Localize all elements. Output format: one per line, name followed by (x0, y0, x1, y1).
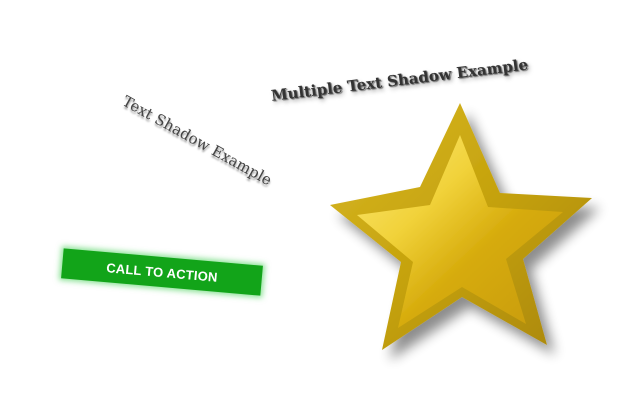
star-container (0, 0, 640, 400)
call-to-action-button[interactable]: CALL TO ACTION (61, 248, 263, 296)
text-shadow-example: Text Shadow Example (119, 92, 275, 190)
star-outer (330, 103, 592, 350)
star-icon (330, 103, 592, 350)
multiple-text-shadow-example: Multiple Text Shadow Example (270, 55, 529, 105)
star-inner (357, 135, 563, 328)
